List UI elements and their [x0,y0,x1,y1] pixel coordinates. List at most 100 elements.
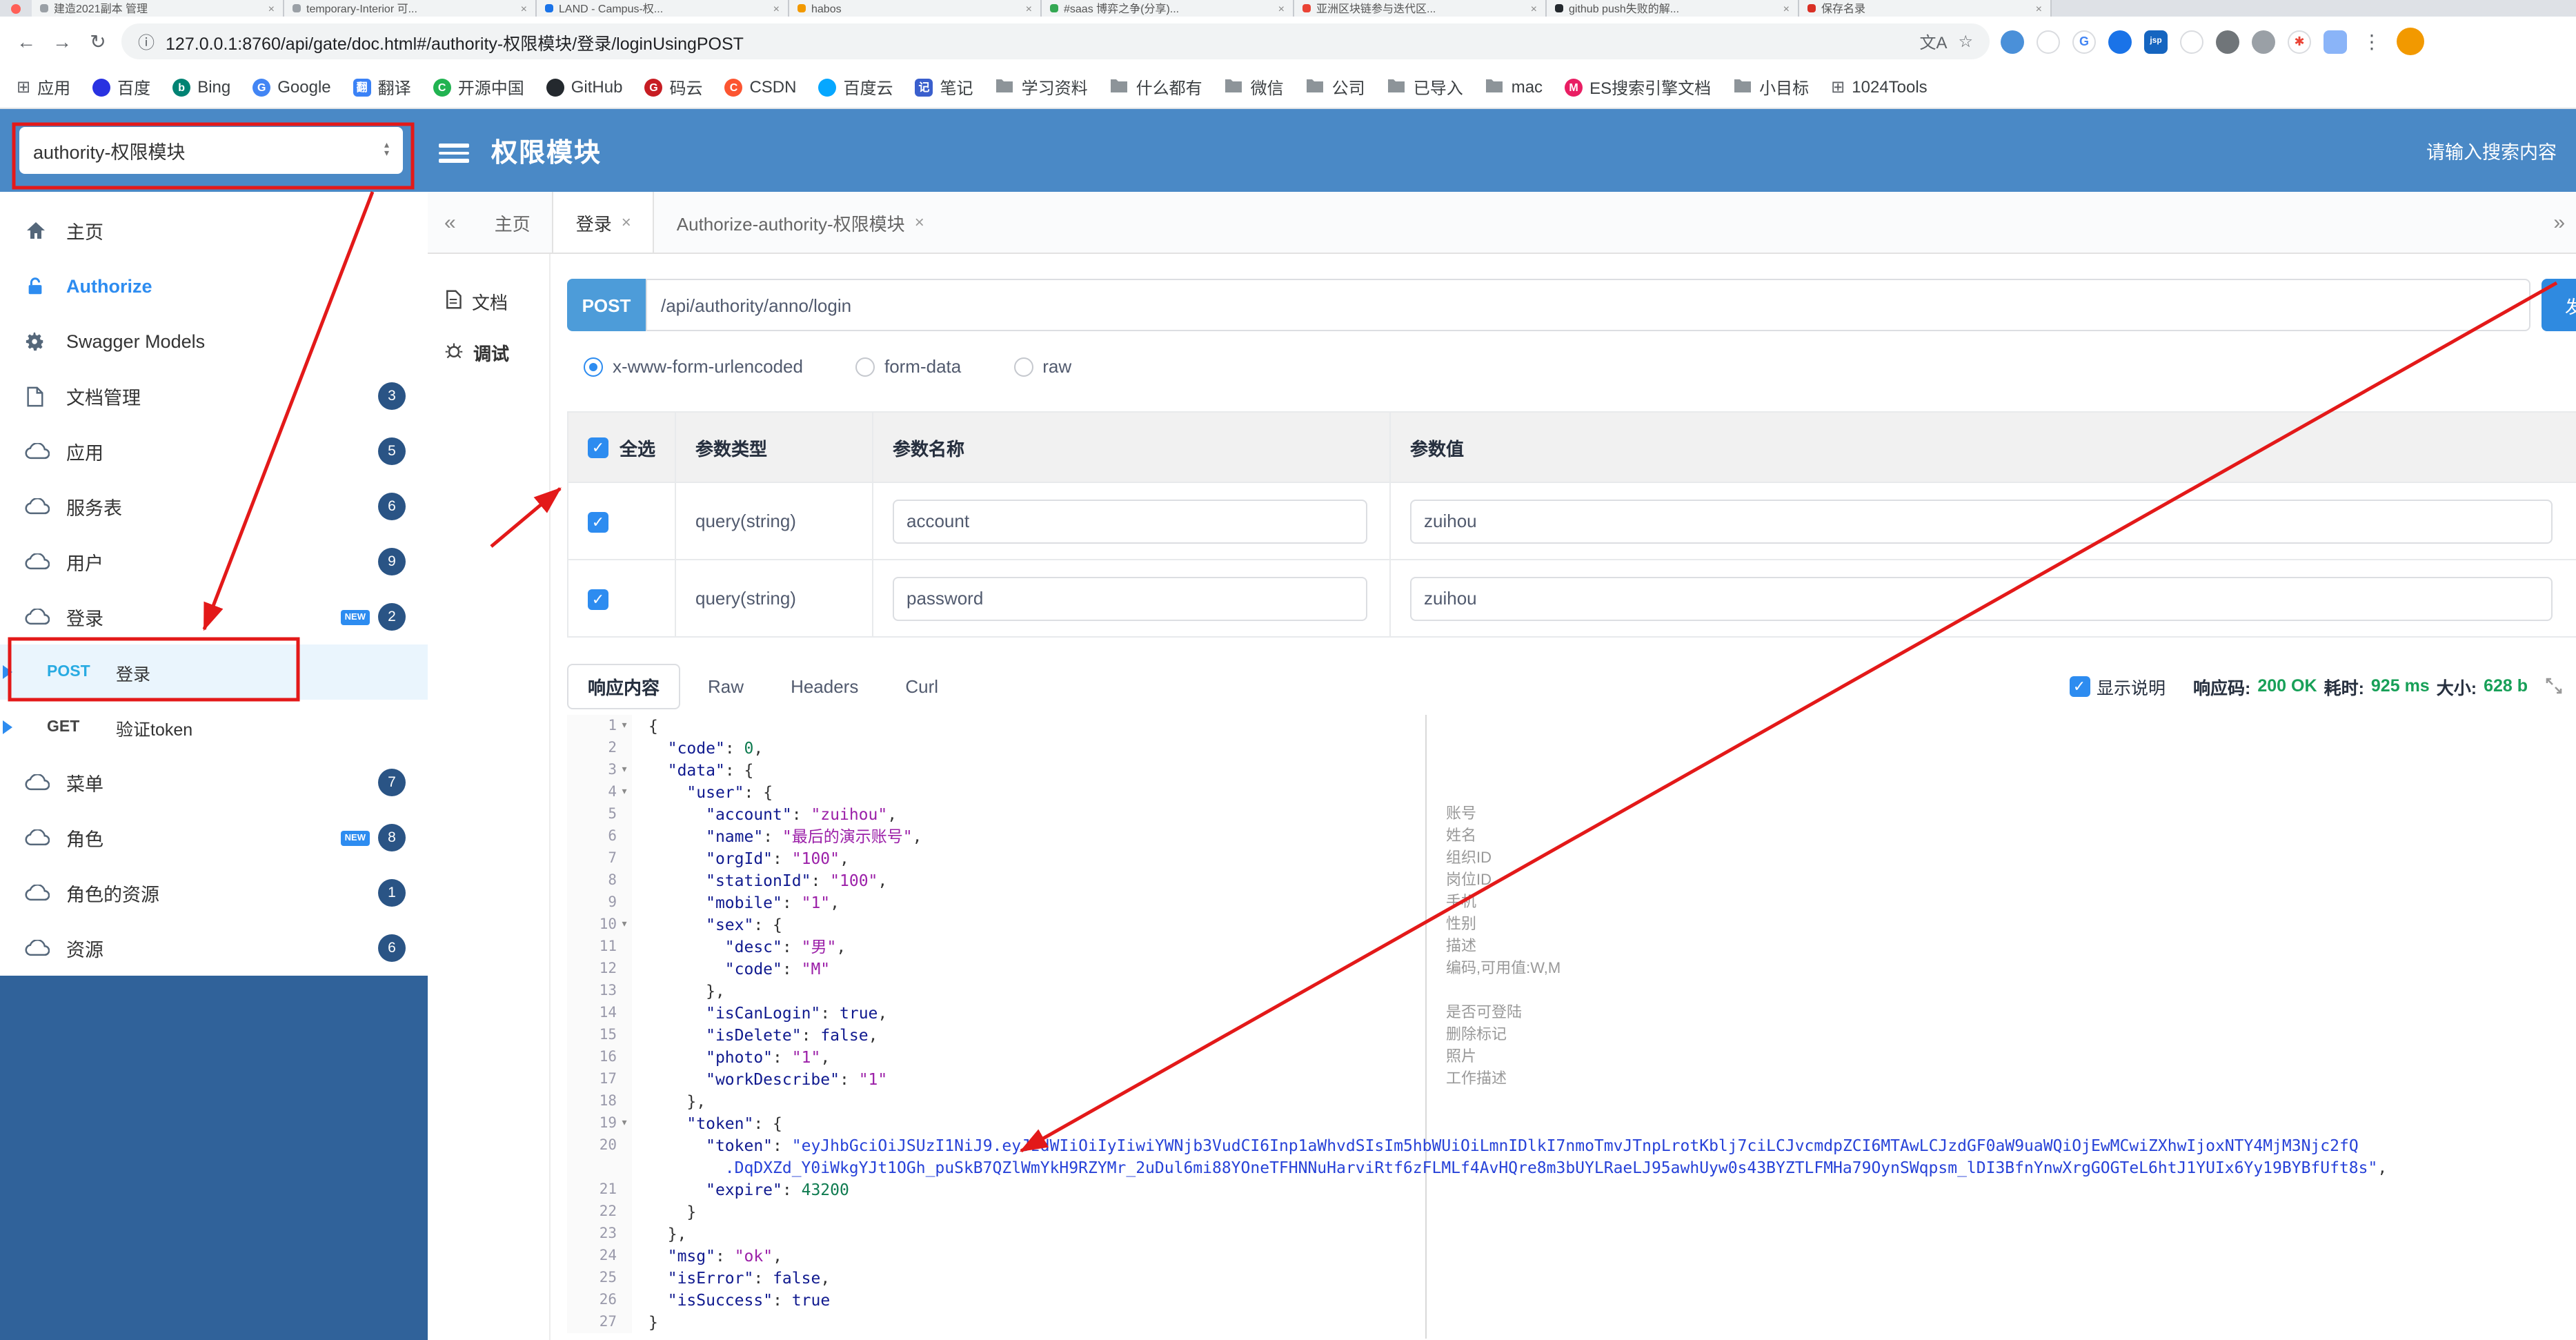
bookmark-item[interactable]: mac [1485,77,1543,97]
bookmark-item[interactable]: 什么都有 [1110,75,1202,99]
bookmark-item[interactable]: ⊞ 1024Tools [1831,77,1928,97]
bookmark-item[interactable]: 百度 [92,75,150,99]
param-name-input[interactable] [893,576,1367,620]
bookmark-item[interactable]: C 开源中国 [433,75,524,99]
tab-close-icon[interactable]: × [773,2,780,14]
extension-icon[interactable] [2180,30,2203,53]
content-tab[interactable]: 登录 × [552,192,655,253]
bookmark-item[interactable]: GitHub [546,77,622,97]
tab-close-icon[interactable]: × [1783,2,1790,14]
response-tab-Raw[interactable]: Raw [688,667,763,705]
tab-close-icon[interactable]: × [1531,2,1537,14]
browser-tab[interactable]: github push失败的解... × [1547,0,1799,17]
search-input[interactable]: 请输入搜索内容 [2426,109,2557,192]
bookmark-item[interactable]: C CSDN [724,77,797,97]
expand-icon[interactable] [2546,678,2562,694]
site-info-icon[interactable]: ⓘ [138,30,155,53]
tabs-expand-icon[interactable]: » [2553,192,2565,254]
row-checkbox[interactable]: ✓ [588,589,608,610]
extension-icon[interactable] [2324,30,2347,53]
sidebar-item-1[interactable]: Authorize [0,258,428,313]
sidebar-item-7[interactable]: 登录 NEW 2 [0,589,428,644]
param-value-input[interactable] [1410,576,2553,620]
docnav-doc[interactable]: 文档 [428,276,549,327]
sidebar-item-8[interactable]: 菜单 7 [0,755,428,810]
extension-icon[interactable] [2001,30,2024,53]
forward-icon[interactable]: → [50,30,75,52]
browser-tab[interactable]: 建造2021副本 管理 × [32,0,284,17]
back-icon[interactable]: ← [14,30,39,52]
shield-icon[interactable] [2216,30,2239,53]
google-icon[interactable]: G [2072,30,2096,53]
sidebar-item-3[interactable]: 文档管理 3 [0,368,428,424]
browser-tab[interactable]: LAND - Campus-权... × [537,0,789,17]
browser-tab[interactable]: temporary-Interior 可... × [284,0,537,17]
browser-tab[interactable]: 亚洲区块链参与迭代区... × [1294,0,1547,17]
extension-icon[interactable] [2037,30,2060,53]
sidebar-item-0[interactable]: 主页 [0,203,428,258]
bookmark-item[interactable]: G Google [252,77,331,97]
bookmark-item[interactable]: ⊞ 应用 [17,75,70,99]
tab-close-icon[interactable]: × [915,213,924,232]
menu-toggle-icon[interactable] [439,139,469,166]
bookmark-item[interactable]: 公司 [1306,75,1365,99]
sidebar-item-4[interactable]: 应用 5 [0,424,428,479]
extension-icon[interactable] [2108,30,2132,53]
docnav-debug[interactable]: 调试 [428,327,549,378]
tab-close-icon[interactable]: × [1278,2,1285,14]
browser-tab[interactable]: 保存名录 × [1799,0,2052,17]
response-tab-响应内容[interactable]: 响应内容 [567,663,681,709]
sidebar-item-6[interactable]: 用户 9 [0,534,428,589]
bookmark-item[interactable]: 翻翻译 [353,75,411,99]
more-menu-icon[interactable]: ⋮ [2359,30,2384,53]
fold-icon[interactable]: ▾ [617,715,632,737]
reload-icon[interactable]: ↻ [86,30,110,53]
bookmark-item[interactable]: 记笔记 [915,75,973,99]
bookmark-item[interactable]: 百度云 [818,75,893,99]
sidebar-item-2[interactable]: Swagger Models [0,313,428,368]
fold-icon[interactable]: ▾ [617,759,632,781]
window-close-dot[interactable] [11,3,21,13]
response-code-editor[interactable]: 1 ▾{2 "code": 0, 3 ▾ "data": {4 ▾ "user": {5… [567,715,2576,1339]
tabs-collapse-icon[interactable]: « [444,210,456,234]
param-value-input[interactable] [1410,499,2553,543]
row-checkbox[interactable]: ✓ [588,511,608,533]
bookmark-item[interactable]: 已导入 [1387,75,1463,99]
browser-tab[interactable]: habos × [789,0,1042,17]
tab-close-icon[interactable]: × [622,213,631,232]
response-tab-Curl[interactable]: Curl [886,667,958,705]
translate-icon[interactable]: 文A [1919,30,1947,53]
sidebar-api-item[interactable]: POST 登录 [0,644,428,700]
radio-form-data[interactable]: form-data [855,356,961,377]
tab-close-icon[interactable]: × [2036,2,2042,14]
url-field[interactable]: ⓘ 127.0.0.1:8760/api/gate/doc.html#/auth… [121,23,1990,59]
response-tab-Headers[interactable]: Headers [771,667,878,705]
tab-close-icon[interactable]: × [268,2,275,14]
radio-x-www-form-urlencoded[interactable]: x-www-form-urlencoded [584,356,803,377]
tab-close-icon[interactable]: × [1026,2,1032,14]
extension-icon[interactable]: jsp [2144,30,2168,53]
extension-icon[interactable]: ✱ [2288,30,2311,53]
content-tab[interactable]: 主页 [473,192,553,253]
radio-raw[interactable]: raw [1013,356,1071,377]
bookmark-item[interactable]: b Bing [172,77,230,97]
profile-avatar[interactable] [2397,28,2424,55]
sidebar-item-10[interactable]: 角色的资源 1 [0,865,428,920]
request-url-input[interactable] [646,279,2530,331]
bookmark-star-icon[interactable]: ☆ [1958,32,1973,51]
bookmark-item[interactable]: 小目标 [1733,75,1809,99]
url-text[interactable]: 127.0.0.1:8760/api/gate/doc.html#/author… [166,28,1908,55]
module-select[interactable]: authority-权限模块 ▴ ▾ [19,127,403,174]
content-tab[interactable]: Authorize-authority-权限模块 × [655,192,947,253]
sidebar-item-9[interactable]: 角色 NEW 8 [0,810,428,865]
bookmark-item[interactable]: 学习资料 [995,75,1088,99]
fold-icon[interactable]: ▾ [617,914,632,936]
fold-icon[interactable]: ▾ [617,781,632,803]
browser-tab[interactable]: #saas 博弈之争(分享)... × [1042,0,1294,17]
param-name-input[interactable] [893,499,1367,543]
send-button[interactable]: 发送 [2542,279,2576,331]
fold-icon[interactable]: ▾ [617,1112,632,1134]
show-desc-checkbox[interactable]: ✓ [2069,676,2090,696]
sidebar-api-item[interactable]: GET 验证token [0,700,428,755]
tab-close-icon[interactable]: × [521,2,527,14]
